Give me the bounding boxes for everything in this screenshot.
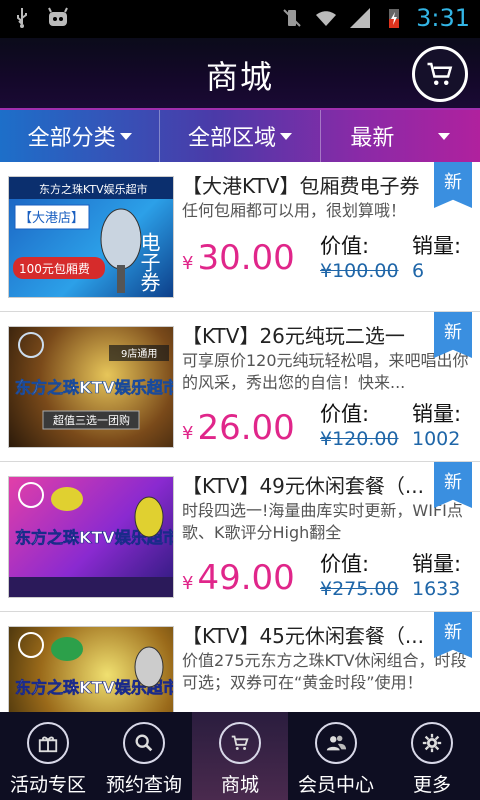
tab-more[interactable]: 更多	[384, 712, 480, 800]
value-label: 价值:	[320, 552, 370, 576]
product-description: 价值275元东方之珠KTV休闲组合，时段可选；双券可在“黄金时段”使用！	[182, 651, 467, 692]
bottom-nav: 活动专区 预约查询 商城 会员中心 更多	[0, 712, 480, 800]
product-thumbnail: 东方之珠KTV娱乐超市	[8, 476, 174, 598]
android-debug-icon	[48, 7, 68, 26]
product-thumbnail: 东方之珠KTV娱乐超市 【大港店】 100元包厢费 电子券	[8, 176, 174, 298]
cart-icon	[427, 62, 453, 85]
filter-region-label: 全部区域	[187, 126, 276, 151]
product-price: ¥30.00	[182, 238, 295, 278]
dropdown-arrow-icon	[280, 132, 292, 140]
original-price: ¥275.00	[320, 578, 399, 600]
members-icon	[315, 722, 357, 764]
product-thumbnail: 9店通用 东方之珠KTV娱乐超市 超值三选一团购	[8, 326, 174, 448]
product-title: 【KTV】45元休闲套餐（...	[182, 624, 424, 648]
value-label: 价值:	[320, 234, 370, 258]
filter-sort-label: 最新	[350, 126, 395, 151]
sales-label: 销量:	[412, 234, 462, 258]
product-thumbnail: 东方之珠KTV娱乐超市	[8, 626, 174, 712]
page-title: 商城	[205, 58, 274, 96]
sales-count: 6	[412, 260, 425, 282]
product-description: 任何包厢都可以用，很划算哦！	[182, 201, 407, 220]
sales-label: 销量:	[412, 552, 462, 576]
product-item[interactable]: 东方之珠KTV娱乐超市 【大港店】 100元包厢费 电子券 【大港KTV】包厢费…	[0, 162, 480, 312]
tab-reservation[interactable]: 预约查询	[96, 712, 192, 800]
vibrate-off-icon	[283, 9, 301, 27]
product-description: 可享原价120元纯玩轻松唱，来吧唱出你的风采，秀出您的自信！快来...	[182, 351, 469, 392]
tab-label: 活动专区	[9, 774, 86, 796]
sales-count: 1002	[412, 428, 461, 450]
thumb-brand-text: 东方之珠KTV娱乐超市	[39, 182, 148, 196]
signal-icon	[350, 8, 371, 28]
product-price: ¥49.00	[182, 558, 295, 598]
original-price: ¥100.00	[320, 260, 399, 282]
usb-icon	[17, 8, 27, 28]
svg-text:9店通用: 9店通用	[121, 347, 157, 360]
status-bar: 3:31	[0, 0, 480, 38]
tab-activities[interactable]: 活动专区	[0, 712, 96, 800]
tab-label: 会员中心	[297, 774, 374, 796]
product-list[interactable]: 东方之珠KTV娱乐超市 【大港店】 100元包厢费 电子券 【大港KTV】包厢费…	[0, 162, 480, 712]
product-item[interactable]: 东方之珠KTV娱乐超市 【KTV】49元休闲套餐（... 时段四选一!海量曲库实…	[0, 462, 480, 612]
gear-icon	[411, 722, 453, 764]
product-title: 【大港KTV】包厢费电子券	[182, 174, 420, 198]
tab-mall[interactable]: 商城	[192, 712, 288, 800]
gift-icon	[27, 722, 69, 764]
svg-text:东方之珠KTV娱乐超市: 东方之珠KTV娱乐超市	[15, 378, 174, 397]
product-title: 【KTV】49元休闲套餐（...	[182, 474, 424, 498]
filter-bar: 全部分类 全部区域 最新	[0, 108, 480, 162]
sales-label: 销量:	[412, 402, 462, 426]
filter-category-label: 全部分类	[27, 126, 116, 151]
tab-label: 更多	[412, 774, 451, 796]
sales-count: 1633	[412, 578, 461, 600]
wifi-icon	[316, 11, 337, 26]
tab-members[interactable]: 会员中心	[288, 712, 384, 800]
cart-button[interactable]	[412, 46, 468, 102]
product-title: 【KTV】26元纯玩二选一	[182, 324, 405, 348]
app-header: 商城	[0, 38, 480, 108]
tab-label: 商城	[220, 774, 259, 796]
product-item[interactable]: 东方之珠KTV娱乐超市 【KTV】45元休闲套餐（... 价值275元东方之珠K…	[0, 612, 480, 712]
original-price: ¥120.00	[320, 428, 399, 450]
filter-region[interactable]: 全部区域	[160, 110, 321, 162]
battery-charging-icon	[389, 9, 400, 28]
cart-icon	[219, 722, 261, 764]
filter-category[interactable]: 全部分类	[0, 110, 161, 162]
search-icon	[123, 722, 165, 764]
filter-sort[interactable]: 最新	[321, 110, 480, 162]
svg-text:【大港店】: 【大港店】	[19, 211, 84, 226]
dropdown-arrow-icon	[119, 132, 132, 140]
svg-text:100元包厢费: 100元包厢费	[19, 262, 90, 276]
dropdown-arrow-icon	[438, 132, 451, 140]
svg-text:电子券: 电子券	[137, 232, 161, 292]
product-description: 时段四选一!海量曲库实时更新，WIFI点歌、K歌评分High翻全	[182, 501, 463, 542]
clock: 3:31	[416, 4, 470, 32]
value-label: 价值:	[320, 402, 370, 426]
tab-label: 预约查询	[105, 774, 182, 796]
product-price: ¥26.00	[182, 408, 295, 448]
svg-text:超值三选一团购: 超值三选一团购	[53, 413, 130, 427]
product-item[interactable]: 9店通用 东方之珠KTV娱乐超市 超值三选一团购 【KTV】26元纯玩二选一 可…	[0, 312, 480, 462]
